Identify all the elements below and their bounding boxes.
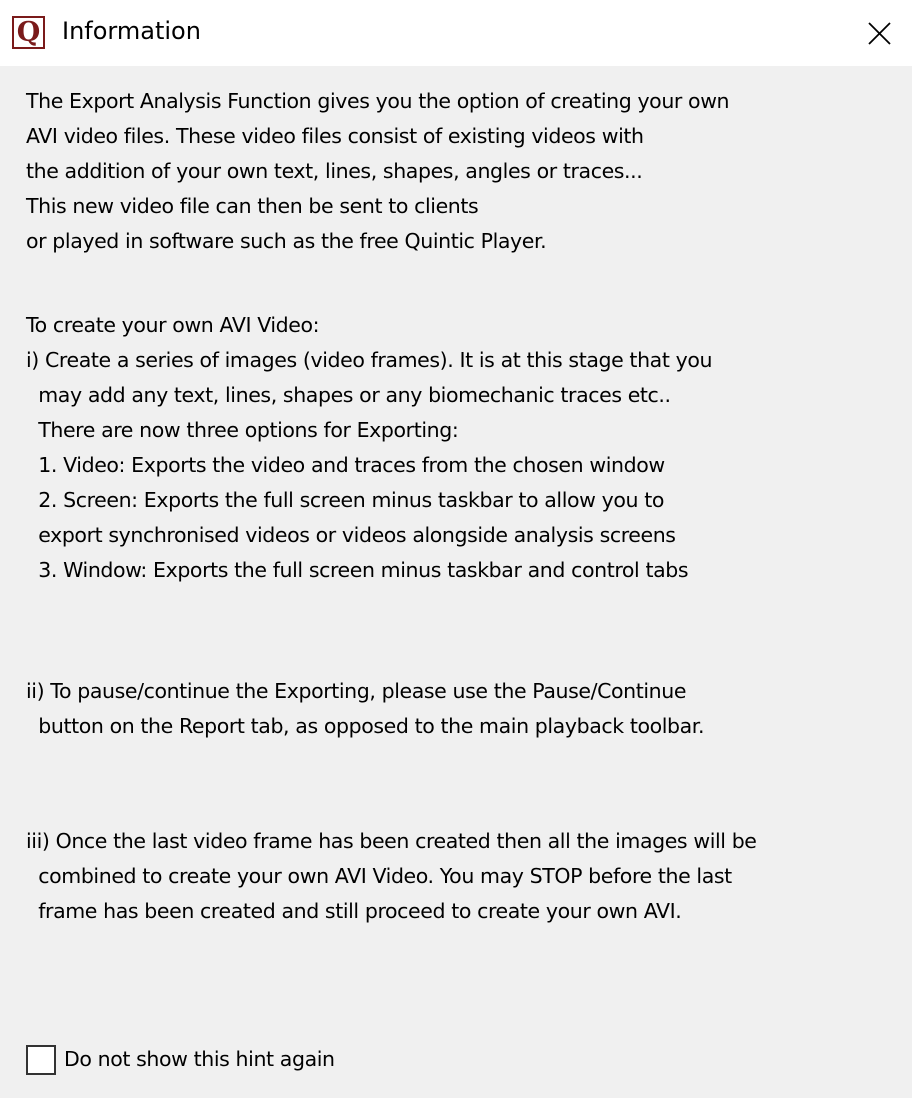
final-step-paragraph: iii) Once the last video frame has been … <box>26 829 757 923</box>
close-icon <box>868 22 891 45</box>
quintic-q-icon: Q <box>12 16 45 49</box>
pause-step-paragraph: ii) To pause/continue the Exporting, ple… <box>26 679 705 738</box>
do-not-show-label[interactable]: Do not show this hint again <box>64 1042 335 1077</box>
title-bar: Q Information <box>0 0 912 66</box>
close-button[interactable] <box>850 8 908 58</box>
intro-paragraph: The Export Analysis Function gives you t… <box>26 89 730 253</box>
window-title: Information <box>62 17 201 45</box>
information-dialog: Q Information The Export Analysis Functi… <box>0 0 912 1098</box>
do-not-show-checkbox[interactable] <box>26 1045 56 1075</box>
create-steps-paragraph: To create your own AVI Video: i) Create … <box>26 313 713 582</box>
